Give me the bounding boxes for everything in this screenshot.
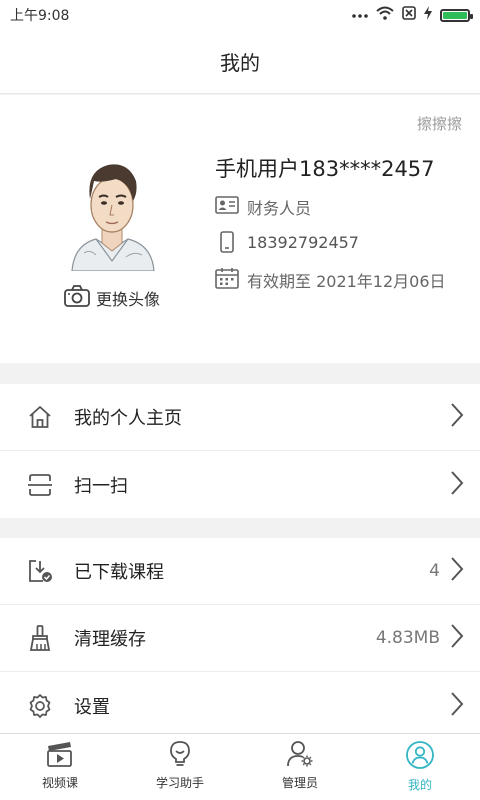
tab-label: 视频课	[41, 776, 78, 790]
home-icon	[26, 403, 54, 431]
lightbulb-icon	[167, 740, 193, 772]
menu-item-scan[interactable]: 扫一扫	[0, 451, 480, 518]
more-icon	[352, 7, 368, 23]
calendar-icon	[215, 267, 239, 293]
chevron-right-icon	[450, 623, 464, 653]
validity-text: 有效期至 2021年12月06日	[247, 272, 446, 291]
menu-label: 设置	[74, 696, 110, 718]
menu-label: 扫一扫	[74, 475, 128, 497]
page-title: 我的	[220, 51, 260, 75]
chevron-right-icon	[450, 402, 464, 432]
battery-icon	[440, 8, 473, 22]
status-icons	[352, 6, 473, 24]
validity-row: 有效期至 2021年12月06日	[215, 267, 446, 293]
nav-bar: 我的	[0, 30, 480, 94]
role-text: 财务人员	[247, 199, 312, 218]
phone-row: 18392792457	[215, 231, 359, 253]
menu-label: 我的个人主页	[74, 408, 182, 429]
camera-icon	[64, 285, 90, 311]
change-avatar-button[interactable]: 更换头像	[64, 285, 160, 311]
menu-item-clear-cache[interactable]: 清理缓存 4.83MB	[0, 605, 480, 672]
brush-icon	[26, 624, 54, 652]
tab-label: 学习助手	[155, 776, 204, 790]
tab-admin[interactable]: 管理员	[240, 734, 360, 800]
menu-group-1: 我的个人主页 扫一扫	[0, 384, 480, 518]
menu-label: 清理缓存	[74, 629, 146, 650]
menu-label: 已下载课程	[74, 562, 164, 583]
menu-item-settings[interactable]: 设置	[0, 672, 480, 739]
status-time: 上午9:08	[10, 8, 70, 24]
status-bar: 上午9:08	[0, 0, 480, 30]
gear-icon	[26, 692, 54, 720]
tab-video-course[interactable]: 视频课	[0, 734, 120, 800]
tab-label: 管理员	[281, 776, 318, 790]
user-name: 手机用户183****2457	[215, 157, 435, 181]
role-row: 财务人员	[215, 195, 311, 219]
phone-icon	[215, 231, 239, 253]
tab-mine[interactable]: 我的	[360, 734, 480, 800]
admin-icon	[286, 740, 314, 772]
wipe-button[interactable]: 擦擦擦	[417, 113, 462, 134]
change-avatar-label: 更换头像	[96, 290, 161, 309]
chevron-right-icon	[450, 691, 464, 721]
user-icon	[405, 740, 435, 774]
tab-bar: 视频课 学习助手 管理员 我的	[0, 733, 480, 800]
wifi-icon	[376, 6, 394, 24]
clapperboard-icon	[45, 740, 75, 772]
tab-label: 我的	[407, 778, 432, 792]
scan-icon	[26, 471, 54, 499]
avatar[interactable]	[66, 153, 158, 272]
cache-size: 4.83MB	[375, 628, 440, 648]
download-icon	[26, 557, 54, 585]
charging-icon	[424, 6, 432, 24]
chevron-right-icon	[450, 556, 464, 586]
sim-off-icon	[402, 6, 416, 24]
download-count: 4	[429, 561, 440, 581]
phone-text: 18392792457	[247, 232, 359, 252]
menu-item-downloads[interactable]: 已下载课程 4	[0, 538, 480, 605]
profile-card: 擦擦擦 更换头像 手机用户183****2457 财务人员 1839279245…	[0, 95, 480, 363]
menu-group-2: 已下载课程 4 清理缓存 4.83MB 设置	[0, 538, 480, 739]
menu-item-homepage[interactable]: 我的个人主页	[0, 384, 480, 451]
id-card-icon	[215, 196, 239, 218]
chevron-right-icon	[450, 470, 464, 500]
tab-study-assistant[interactable]: 学习助手	[120, 734, 240, 800]
